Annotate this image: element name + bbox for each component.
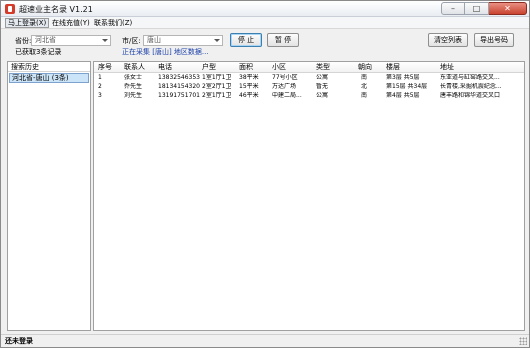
menu-login[interactable]: 马上登录(X): [5, 18, 50, 28]
column-header[interactable]: 户型: [202, 62, 216, 73]
cell-address: 唐丰路和锦华道交叉口: [440, 92, 501, 99]
cell-phone: 13191751701: [158, 92, 200, 99]
cell-layout: 1室1厅1卫: [202, 74, 232, 81]
province-label: 省份:: [15, 37, 32, 45]
column-header[interactable]: 楼层: [386, 62, 400, 73]
login-status-text: 还未登录: [5, 337, 33, 345]
cell-contact: 张女士: [124, 74, 143, 81]
column-header[interactable]: 面积: [239, 62, 253, 73]
table-row[interactable]: 1 张女士 13832546353 1室1厅1卫 38平米 77号小区 公寓 南…: [94, 74, 524, 82]
search-history-panel: 搜索历史 河北省-唐山 (3条): [7, 61, 91, 331]
province-select[interactable]: 河北省: [31, 35, 111, 46]
cell-layout: 2室2厅1卫: [202, 83, 232, 90]
cell-floor: 第15层 共34层: [386, 83, 428, 90]
cell-area: 46平米: [239, 92, 259, 99]
window-controls: – □ ✕: [441, 2, 527, 15]
cell-phone: 13832546353: [158, 74, 200, 81]
column-header[interactable]: 地址: [440, 62, 454, 73]
cell-address: 东亚道与缸窑路交叉...: [440, 74, 500, 81]
cell-floor: 第4层 共5层: [386, 92, 420, 99]
app-window: 超速业主名录 V1.21 – □ ✕ 马上登录(X) 在线充值(Y) 联系我们(…: [0, 0, 530, 348]
cell-floor: 第3层 共5层: [386, 74, 420, 81]
cell-orientation: 南: [361, 74, 368, 81]
chevron-down-icon: [214, 39, 220, 42]
history-item[interactable]: 河北省-唐山 (3条): [9, 73, 89, 83]
chevron-down-icon: [102, 39, 108, 42]
title-bar[interactable]: 超速业主名录 V1.21 – □ ✕: [1, 1, 529, 17]
status-bar: 还未登录: [1, 334, 529, 347]
cell-index: 3: [98, 92, 102, 99]
column-header[interactable]: 电话: [158, 62, 172, 73]
stop-button[interactable]: 停 止: [230, 33, 262, 47]
city-label: 市/区:: [122, 37, 141, 45]
cell-orientation: 南: [361, 92, 368, 99]
collecting-status-text: 正在采集 [唐山] 地区数据...: [122, 48, 209, 56]
close-icon[interactable]: ✕: [489, 2, 527, 15]
export-numbers-button[interactable]: 导出号码: [474, 33, 514, 47]
cell-contact: 乔先生: [124, 83, 143, 90]
maximize-icon[interactable]: □: [465, 2, 489, 15]
window-title: 超速业主名录 V1.21: [19, 5, 93, 14]
cell-index: 1: [98, 74, 102, 81]
app-logo-icon: [5, 4, 15, 14]
column-header[interactable]: 朝向: [358, 62, 372, 73]
cell-layout: 2室1厅1卫: [202, 92, 232, 99]
menu-recharge[interactable]: 在线充值(Y): [50, 18, 92, 28]
cell-index: 2: [98, 83, 102, 90]
column-header[interactable]: 类型: [316, 62, 330, 73]
table-header: 序号 联系人 电话 户型 面积 小区 类型 朝向 楼层 地址: [94, 62, 524, 73]
cell-contact: 刘先生: [124, 92, 143, 99]
column-header[interactable]: 联系人: [124, 62, 145, 73]
search-history-header: 搜索历史: [8, 62, 90, 72]
cell-community: 中建二局...: [272, 92, 302, 99]
column-header[interactable]: 序号: [98, 62, 112, 73]
city-value: 唐山: [147, 36, 161, 44]
table-row[interactable]: 2 乔先生 18134154320 2室2厅1卫 15平米 万达广场 暂无 北 …: [94, 83, 524, 91]
cell-community: 万达广场: [272, 83, 297, 90]
cell-area: 38平米: [239, 74, 259, 81]
pause-button[interactable]: 暂 停: [267, 33, 299, 47]
city-select[interactable]: 唐山: [143, 35, 223, 46]
table-row[interactable]: 3 刘先生 13191751701 2室1厅1卫 46平米 中建二局... 公寓…: [94, 92, 524, 100]
cell-community: 77号小区: [272, 74, 298, 81]
resize-grip-icon[interactable]: [519, 337, 527, 345]
minimize-icon[interactable]: –: [441, 2, 465, 15]
menu-bar: 马上登录(X) 在线充值(Y) 联系我们(Z): [1, 17, 529, 29]
province-value: 河北省: [35, 36, 56, 44]
clear-list-button[interactable]: 清空列表: [428, 33, 468, 47]
cell-type: 公寓: [316, 92, 329, 99]
cell-phone: 18134154320: [158, 83, 200, 90]
cell-address: 长青楼,采掘机震纪念...: [440, 83, 502, 90]
menu-contact[interactable]: 联系我们(Z): [92, 18, 134, 28]
column-header[interactable]: 小区: [272, 62, 286, 73]
cell-orientation: 北: [361, 83, 368, 90]
cell-type: 公寓: [316, 74, 329, 81]
cell-type: 暂无: [316, 83, 329, 90]
cell-area: 15平米: [239, 83, 259, 90]
fetched-count-text: 已获取3条记录: [15, 48, 62, 56]
results-table[interactable]: 序号 联系人 电话 户型 面积 小区 类型 朝向 楼层 地址 1 张女士 138…: [93, 61, 525, 331]
